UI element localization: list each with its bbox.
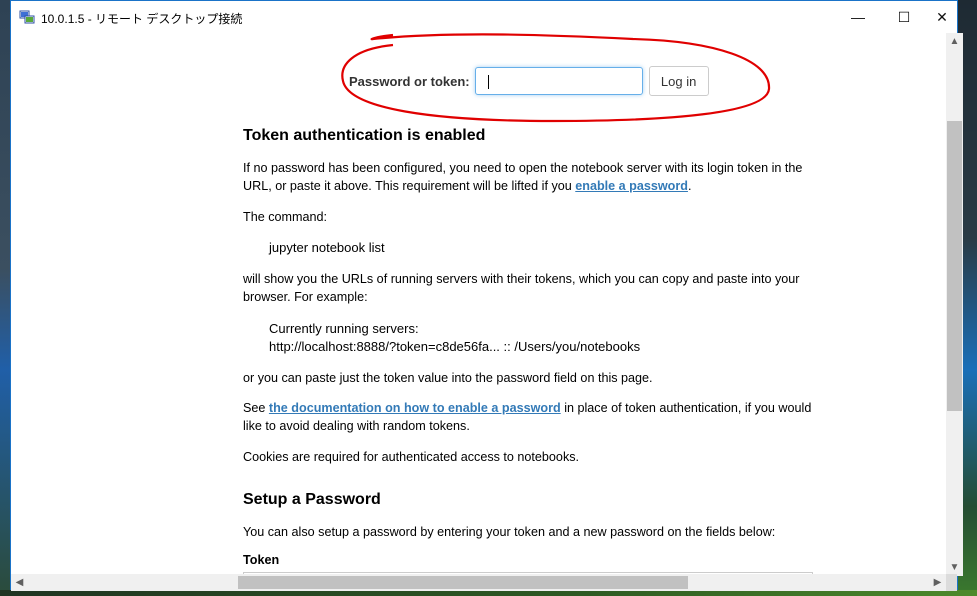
login-button[interactable]: Log in [648, 66, 709, 96]
paragraph-cookies: Cookies are required for authenticated a… [243, 450, 580, 464]
paragraph-paste-token: or you can paste just the token value in… [243, 371, 653, 385]
paragraph-urls: will show you the URLs of running server… [243, 272, 800, 304]
desktop-background-left [0, 0, 10, 596]
paragraph-setup-password: You can also setup a password by enterin… [243, 525, 776, 539]
paragraph-no-password: If no password has been configured, you … [243, 159, 813, 195]
password-input[interactable] [474, 67, 643, 95]
remote-desktop-icon [19, 10, 35, 24]
command-text: jupyter notebook list [269, 240, 385, 255]
scroll-right-arrow-icon[interactable]: ▶ [929, 574, 946, 591]
remote-desktop-window: 10.0.1.5 - リモート デスクトップ接続 — ☐ ✕ Password … [10, 0, 963, 591]
horizontal-scroll-thumb[interactable] [238, 576, 688, 589]
text-caret [487, 75, 489, 89]
horizontal-scrollbar[interactable]: ◀ ▶ [11, 574, 946, 591]
password-label: Password or token: [349, 73, 470, 89]
example-line-1: Currently running servers: [269, 321, 419, 336]
paragraph-no-password-text: If no password has been configured, you … [243, 161, 803, 193]
example-line-2: http://localhost:8888/?token=c8de56fa...… [269, 339, 641, 354]
scroll-left-arrow-icon[interactable]: ◀ [11, 574, 28, 591]
browser-viewport: Password or token: Log in Token authenti… [11, 33, 957, 576]
login-form: Password or token: Log in [349, 66, 709, 96]
scrollbar-corner [946, 574, 957, 591]
paragraph-no-password-end: . [687, 179, 692, 193]
documentation-link[interactable]: the documentation on how to enable a pas… [269, 401, 561, 415]
paragraph-command: The command: [243, 210, 327, 224]
vertical-scrollbar[interactable]: ▲ ▼ [946, 33, 963, 576]
window-title: 10.0.1.5 - リモート デスクトップ接続 [41, 12, 243, 26]
scroll-up-arrow-icon[interactable]: ▲ [946, 33, 963, 50]
vertical-scroll-thumb[interactable] [947, 121, 962, 411]
enable-password-link[interactable]: enable a password [575, 179, 688, 193]
heading-token-auth: Token authentication is enabled [243, 127, 486, 144]
close-button[interactable]: ✕ [927, 1, 957, 33]
token-field-label: Token [243, 553, 280, 567]
minimize-button[interactable]: — [835, 1, 881, 33]
paragraph-see-docs-start: See [243, 401, 269, 415]
maximize-button[interactable]: ☐ [881, 1, 927, 33]
heading-setup-password: Setup a Password [243, 491, 381, 508]
title-bar[interactable]: 10.0.1.5 - リモート デスクトップ接続 — ☐ ✕ [11, 1, 957, 33]
paragraph-see-docs: See the documentation on how to enable a… [243, 399, 813, 435]
